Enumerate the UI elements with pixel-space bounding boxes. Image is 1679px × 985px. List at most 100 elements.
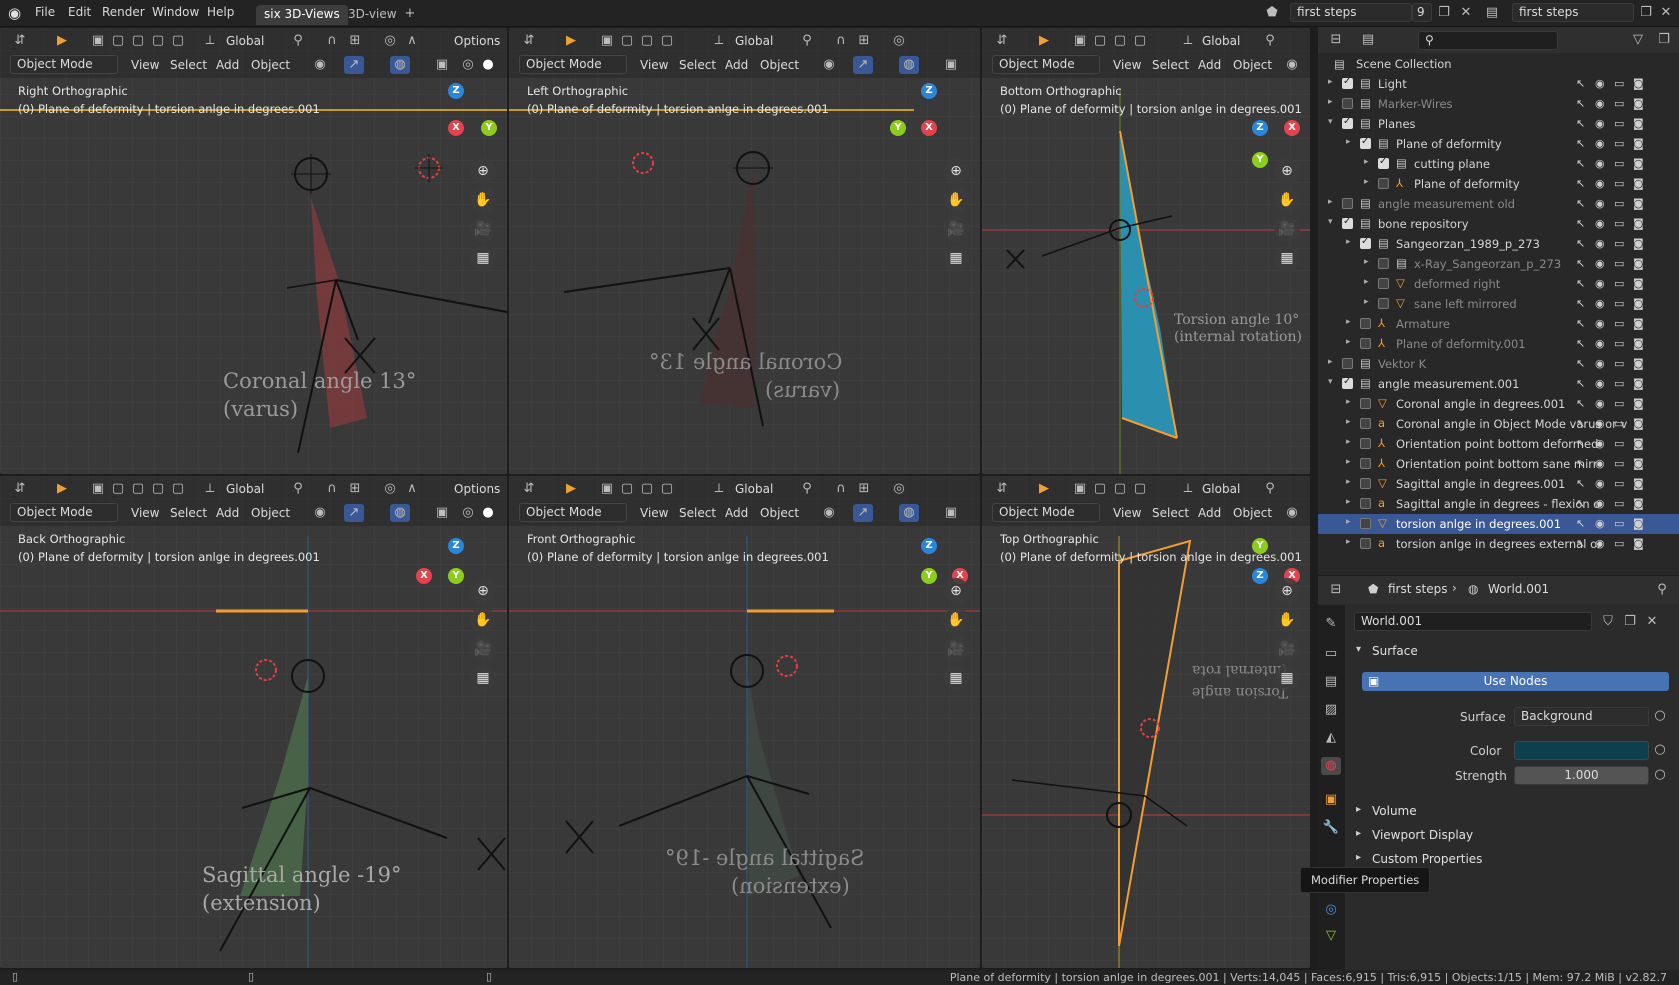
ortho-grid-icon[interactable]: ▦ [470,665,496,691]
select-arrow-icon[interactable]: ↖ [1576,137,1585,150]
select-arrow-icon[interactable]: ↖ [1576,457,1585,470]
monitor-icon[interactable]: ▭ [1614,217,1624,230]
pivot-icon[interactable]: ⚲ [288,480,308,498]
world-datablock-field[interactable]: World.001 [1354,612,1592,631]
select-subtract-icon[interactable]: ▢ [637,32,657,50]
proportional-edit-icon[interactable]: ◎ [380,480,400,498]
menu-view[interactable]: View [1113,506,1141,520]
eye-icon[interactable]: ◉ [1595,377,1605,390]
pin-icon[interactable]: ⚲ [1652,581,1672,599]
gizmo-toggle-icon[interactable]: ↗ [344,504,364,522]
camera-icon[interactable]: ◙ [1633,237,1644,250]
select-subtract-icon[interactable]: ▢ [637,480,657,498]
volume-panel-header[interactable]: ▸ Volume [1348,802,1679,822]
menu-select[interactable]: Select [1152,506,1189,520]
viewport-display-panel-header[interactable]: ▸ Viewport Display [1348,826,1679,846]
output-tab-icon[interactable]: ▤ [1321,673,1341,691]
menu-view[interactable]: View [1113,58,1141,72]
outliner-row[interactable]: ▸ ▽ Sagittal angle in degrees.001 ↖ ◉ ▭ ◙ [1318,474,1679,494]
select-extend-icon[interactable]: ▢ [108,480,128,498]
camera-icon[interactable]: ◙ [1633,517,1644,530]
select-tool-icon[interactable]: ▶ [52,480,72,498]
expand-arrow-icon[interactable]: ▸ [1346,417,1351,427]
object-mode-select[interactable]: Object Mode [992,55,1100,74]
snap-icon[interactable]: ∩ [322,32,342,50]
monitor-icon[interactable]: ▭ [1614,197,1624,210]
object-mode-select[interactable]: Object Mode [992,503,1100,522]
select-arrow-icon[interactable]: ↖ [1576,117,1585,130]
exclude-checkbox[interactable] [1360,236,1371,249]
select-arrow-icon[interactable]: ↖ [1576,317,1585,330]
select-tool-icon[interactable]: ▶ [52,32,72,50]
gizmo-x-axis[interactable]: X [448,120,464,136]
orientation-global[interactable]: Global [735,482,773,496]
exclude-checkbox[interactable] [1342,358,1353,369]
expand-arrow-icon[interactable]: ▸ [1364,157,1369,167]
orientation-global[interactable]: Global [735,34,773,48]
expand-arrow-icon[interactable]: ▸ [1364,177,1369,187]
eye-icon[interactable]: ◉ [1595,317,1605,330]
select-extend-icon[interactable]: ▢ [108,32,128,50]
eye-icon[interactable]: ◉ [1595,497,1605,510]
monitor-icon[interactable]: ▭ [1614,477,1624,490]
expand-arrow-icon[interactable]: ▸ [1364,257,1369,267]
camera-icon[interactable]: ◙ [1633,357,1644,370]
object-mode-select[interactable]: Object Mode [10,503,118,522]
outliner-row[interactable]: ▾ ▤ Planes ↖ ◉ ▭ ◙ [1318,114,1679,134]
outliner-row[interactable]: ▸ ▤ Sangeorzan_1989_p_273 ↖ ◉ ▭ ◙ [1318,234,1679,254]
falloff-icon[interactable]: ∧ [402,32,422,50]
monitor-icon[interactable]: ▭ [1614,357,1624,370]
menu-select[interactable]: Select [1152,58,1189,72]
monitor-icon[interactable]: ▭ [1614,377,1624,390]
select-arrow-icon[interactable]: ↖ [1576,357,1585,370]
xray-icon[interactable]: ▣ [432,56,452,74]
gizmo-z-axis[interactable]: Z [448,538,464,554]
camera-icon[interactable]: ◙ [1633,337,1644,350]
select-subtract-icon[interactable]: ▢ [1110,480,1130,498]
gizmo-x-axis[interactable]: X [1284,120,1300,136]
menu-window[interactable]: Window [152,5,199,19]
camera-icon[interactable]: ◙ [1633,417,1644,430]
camera-icon[interactable]: ◙ [1633,77,1644,90]
eye-icon[interactable]: ◉ [1595,117,1605,130]
menu-view[interactable]: View [131,506,159,520]
outliner-row[interactable]: ▸ a Coronal angle in Object Mode varus or … [1318,414,1679,434]
proportional-edit-icon[interactable]: ◎ [889,32,909,50]
monitor-icon[interactable]: ▭ [1614,277,1624,290]
pivot-icon[interactable]: ⚲ [288,32,308,50]
outliner-row[interactable]: ▸ ▽ Coronal angle in degrees.001 ↖ ◉ ▭ ◙ [1318,394,1679,414]
pivot-icon[interactable]: ⚲ [1260,480,1280,498]
camera-view-icon[interactable]: 🎥 [470,216,496,242]
expand-arrow-icon[interactable]: ▸ [1346,457,1351,467]
tool-tab-icon[interactable]: ✎ [1321,615,1341,633]
outliner-row[interactable]: ▸ ⅄ Orientation point bottom sane mirr ↖ ◉ ▭ ◙ [1318,454,1679,474]
select-extend-icon[interactable]: ▢ [1090,32,1110,50]
menu-view[interactable]: View [640,58,668,72]
exclude-checkbox[interactable] [1378,298,1389,309]
expand-arrow-icon[interactable]: ▸ [1346,537,1351,547]
camera-icon[interactable]: ◙ [1633,97,1644,110]
editor-type-icon[interactable]: ⇵ [10,32,30,50]
camera-view-icon[interactable]: 🎥 [1274,216,1300,242]
socket-dot-icon[interactable]: ○ [1650,741,1670,759]
exclude-checkbox[interactable] [1360,518,1371,529]
monitor-icon[interactable]: ▭ [1614,497,1624,510]
proportional-edit-icon[interactable]: ◎ [889,480,909,498]
tab-3d-view[interactable]: 3D-view [340,5,405,25]
zoom-icon[interactable]: ⊕ [470,578,496,604]
select-arrow-icon[interactable]: ↖ [1576,377,1585,390]
eye-icon[interactable]: ◉ [1595,137,1605,150]
strength-slider[interactable]: 1.000 [1514,766,1649,785]
snap-icon[interactable]: ∩ [831,32,851,50]
xray-icon[interactable]: ▣ [941,504,961,522]
select-arrow-icon[interactable]: ↖ [1576,337,1585,350]
monitor-icon[interactable]: ▭ [1614,317,1624,330]
outliner-row[interactable]: ▸ ▤ Marker-Wires ↖ ◉ ▭ ◙ [1318,94,1679,114]
outliner-row[interactable]: ▸ ▤ angle measurement old ↖ ◉ ▭ ◙ [1318,194,1679,214]
select-invert-icon[interactable]: ▢ [657,32,677,50]
pivot-icon[interactable]: ⚲ [1260,32,1280,50]
select-arrow-icon[interactable]: ↖ [1576,177,1585,190]
orientation-global[interactable]: Global [1202,34,1240,48]
select-arrow-icon[interactable]: ↖ [1576,517,1585,530]
exclude-checkbox[interactable] [1360,438,1371,449]
